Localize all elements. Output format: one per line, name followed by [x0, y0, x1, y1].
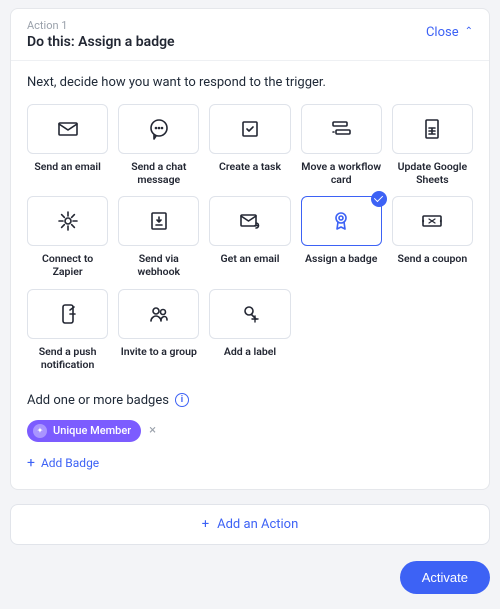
tile-label: Update Google Sheets — [392, 160, 473, 186]
add-action-label: Add an Action — [217, 517, 298, 532]
assign-badge-icon — [301, 196, 382, 246]
close-label: Close — [426, 25, 459, 40]
add-badge-label: Add Badge — [41, 456, 99, 470]
badge-row: ✦ Unique Member × — [27, 420, 473, 442]
connect-zapier-icon — [27, 196, 108, 246]
check-icon — [371, 191, 387, 207]
tile-create-task[interactable]: Create a task — [209, 104, 290, 186]
footer: Activate — [10, 561, 490, 594]
send-email-icon — [27, 104, 108, 154]
chevron-up-icon: ⌃ — [465, 26, 473, 37]
plus-icon: + — [27, 456, 35, 470]
tile-update-sheets[interactable]: Update Google Sheets — [392, 104, 473, 186]
tile-move-card[interactable]: Move a workflow card — [301, 104, 382, 186]
send-webhook-icon — [118, 196, 199, 246]
tile-connect-zapier[interactable]: Connect to Zapier — [27, 196, 108, 278]
tile-invite-group[interactable]: Invite to a group — [118, 289, 199, 371]
tile-label: Send an email — [27, 160, 108, 184]
tile-label: Create a task — [209, 160, 290, 184]
action-number: Action 1 — [27, 19, 175, 32]
tile-label: Connect to Zapier — [27, 252, 108, 278]
add-label-icon — [209, 289, 290, 339]
action-grid: Send an email Send a chat message Create a… — [27, 104, 473, 371]
header-left: Action 1 Do this: Assign a badge — [27, 19, 175, 50]
add-badge-button[interactable]: + Add Badge — [27, 456, 99, 470]
tile-send-webhook[interactable]: Send via webhook — [118, 196, 199, 278]
add-action-button[interactable]: + Add an Action — [10, 504, 490, 545]
close-button[interactable]: Close ⌃ — [426, 19, 473, 40]
tile-label: Add a label — [209, 345, 290, 369]
tile-send-chat[interactable]: Send a chat message — [118, 104, 199, 186]
send-chat-icon — [118, 104, 199, 154]
info-icon[interactable]: i — [175, 393, 189, 407]
tile-label: Get an email — [209, 252, 290, 276]
prompt-text: Next, decide how you want to respond to … — [27, 75, 473, 90]
plus-icon: + — [202, 517, 209, 532]
update-sheets-icon — [392, 104, 473, 154]
tile-send-coupon[interactable]: Send a coupon — [392, 196, 473, 278]
tile-add-label[interactable]: Add a label — [209, 289, 290, 371]
tile-label: Send a push notification — [27, 345, 108, 371]
send-coupon-icon — [392, 196, 473, 246]
star-icon: ✦ — [33, 424, 47, 438]
remove-badge-button[interactable]: × — [149, 424, 156, 437]
card-header: Action 1 Do this: Assign a badge Close ⌃ — [11, 9, 489, 61]
create-task-icon — [209, 104, 290, 154]
tile-label: Invite to a group — [118, 345, 199, 369]
badges-label-text: Add one or more badges — [27, 393, 169, 408]
tile-label: Assign a badge — [301, 252, 382, 276]
action-card: Action 1 Do this: Assign a badge Close ⌃… — [10, 8, 490, 490]
get-email-icon — [209, 196, 290, 246]
badge-pill[interactable]: ✦ Unique Member — [27, 420, 141, 442]
tile-get-email[interactable]: Get an email — [209, 196, 290, 278]
tile-label: Send a chat message — [118, 160, 199, 186]
tile-send-email[interactable]: Send an email — [27, 104, 108, 186]
move-card-icon — [301, 104, 382, 154]
badges-section-label: Add one or more badges i — [27, 393, 473, 408]
tile-assign-badge[interactable]: Assign a badge — [301, 196, 382, 278]
tile-label: Send via webhook — [118, 252, 199, 278]
tile-send-push[interactable]: Send a push notification — [27, 289, 108, 371]
tile-label: Move a workflow card — [301, 160, 382, 186]
badge-name: Unique Member — [53, 424, 131, 437]
card-body: Next, decide how you want to respond to … — [11, 61, 489, 489]
action-title: Do this: Assign a badge — [27, 34, 175, 50]
send-push-icon — [27, 289, 108, 339]
activate-button[interactable]: Activate — [400, 561, 490, 594]
tile-label: Send a coupon — [392, 252, 473, 276]
invite-group-icon — [118, 289, 199, 339]
